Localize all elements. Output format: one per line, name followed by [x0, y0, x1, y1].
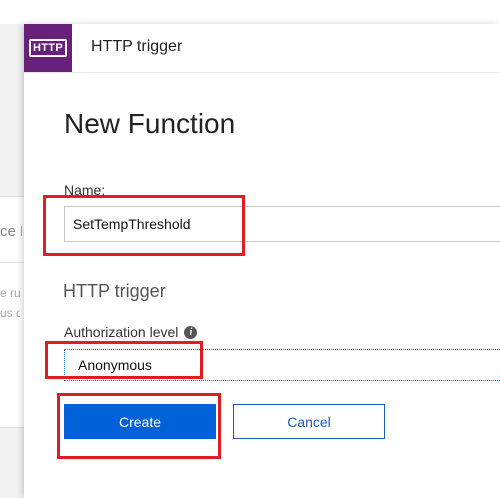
authorization-level-select[interactable]: Anonymous — [64, 349, 500, 381]
http-icon-label: HTTP — [29, 39, 67, 57]
blade-header: HTTP HTTP trigger — [24, 24, 500, 73]
trigger-section-heading: HTTP trigger — [63, 281, 166, 301]
name-label: Name: — [64, 182, 106, 198]
background-card-divider — [0, 262, 24, 263]
http-trigger-icon: HTTP — [24, 24, 72, 72]
background-text-fragment: us q — [0, 306, 20, 320]
background-heading-fragment: ce B — [0, 223, 22, 240]
cancel-button[interactable]: Cancel — [233, 404, 385, 439]
blade-header-title: HTTP trigger — [91, 38, 183, 55]
authorization-level-label-text: Authorization level — [64, 324, 179, 340]
background-top-strip — [0, 0, 500, 25]
background-text-fragment: e rur — [0, 286, 20, 300]
create-button[interactable]: Create — [64, 404, 216, 439]
page-title: New Function — [64, 108, 236, 139]
info-icon[interactable]: i — [184, 325, 198, 339]
new-function-blade: HTTP HTTP trigger New Function Name: HTT… — [24, 24, 500, 498]
function-name-input[interactable] — [64, 206, 500, 242]
authorization-level-label: Authorization level i — [64, 324, 198, 340]
